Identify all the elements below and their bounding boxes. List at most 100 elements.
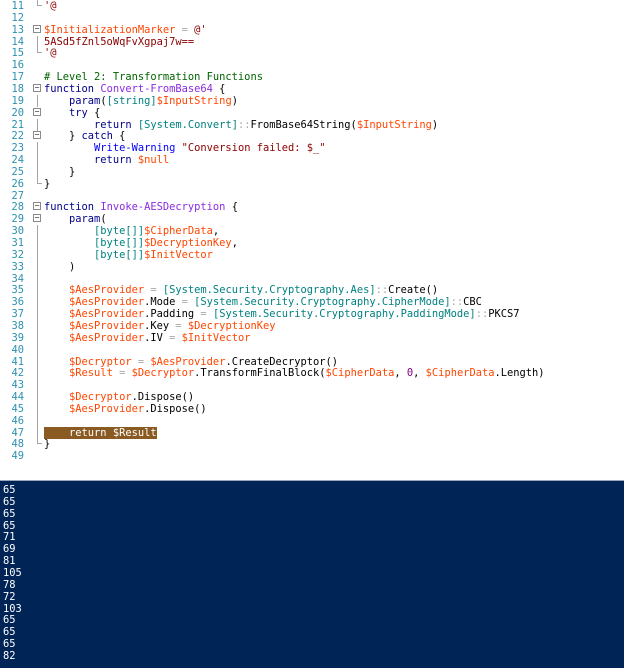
line-number: 40: [11, 343, 24, 356]
line-number: 18: [11, 82, 24, 95]
code-token: .CreateDecryptor(): [225, 355, 339, 368]
console-output-line: 65: [3, 484, 16, 496]
line-number: 48: [11, 438, 24, 451]
fold-collapse-icon[interactable]: −: [33, 83, 41, 92]
line-number: 31: [11, 237, 24, 249]
console-output-pane[interactable]: 65 65 65 65 71 69 81 105 78 72 103 65 65 65 82: [0, 481, 624, 668]
code-token: $CipherData: [144, 225, 213, 238]
code-line[interactable]: 38 $AesProvider.Key = $DecryptionKey: [0, 319, 624, 332]
code-text: 5ASd5fZnl5oWqFvXgpaj7w==: [44, 36, 194, 48]
code-token: .Dispose(): [131, 391, 195, 404]
code-token: .Padding: [144, 308, 201, 321]
code-line[interactable]: 33 ): [0, 260, 624, 273]
code-line[interactable]: 30 [byte[]]$CipherData,: [0, 225, 624, 238]
code-line[interactable]: 11 '@: [0, 0, 624, 12]
code-token: =: [200, 308, 213, 321]
code-line[interactable]: 24 return $null: [0, 154, 624, 167]
code-line[interactable]: 34: [0, 272, 624, 285]
code-token: {: [225, 201, 238, 214]
code-line[interactable]: 41 $Decryptor = $AesProvider.CreateDecry…: [0, 355, 624, 368]
code-line[interactable]: 13− $InitializationMarker = @': [0, 24, 624, 36]
code-text: param([string]$InputString): [44, 95, 238, 107]
code-token: function: [44, 201, 95, 214]
code-token: ,: [212, 225, 220, 238]
code-line[interactable]: 46: [0, 414, 624, 427]
script-editor-pane[interactable]: 11 '@ 12 13− $InitializationMarker = @' 14 5AS…: [0, 0, 624, 480]
code-line[interactable]: 29− param(: [0, 213, 624, 225]
fold-guide-line: [37, 414, 38, 427]
code-text: }: [44, 438, 50, 450]
fold-guide-line: [37, 426, 38, 439]
line-number: 14: [11, 35, 24, 48]
fold-guide-line: [37, 154, 38, 167]
code-line[interactable]: 32 [byte[]]$InitVector: [0, 248, 624, 261]
fold-end-marker: [37, 5, 42, 6]
fold-collapse-icon[interactable]: −: [33, 202, 41, 211]
code-line[interactable]: 26}: [0, 177, 624, 190]
code-line[interactable]: 14 5ASd5fZnl5oWqFvXgpaj7w==: [0, 35, 624, 48]
code-line[interactable]: 18− function Convert-FromBase64 {: [0, 83, 624, 95]
code-line[interactable]: 45 $AesProvider.Dispose(): [0, 402, 624, 415]
code-token: catch: [81, 130, 113, 143]
code-text: '@: [44, 0, 57, 12]
line-number: 46: [11, 414, 24, 427]
code-line[interactable]: 27: [0, 190, 624, 202]
code-token: PKCS7: [488, 308, 520, 321]
code-text: Write-Warning "Conversion failed: $_": [44, 142, 325, 155]
code-token: FromBase64String(: [250, 118, 357, 131]
fold-collapse-icon[interactable]: −: [33, 214, 41, 223]
code-line[interactable]: 37 $AesProvider.Padding = [System.Securi…: [0, 308, 624, 321]
line-number: 23: [11, 142, 24, 155]
fold-collapse-icon[interactable]: −: [33, 107, 41, 116]
code-line[interactable]: 47 return $Result: [0, 426, 624, 439]
console-output-line: 81: [3, 555, 16, 568]
line-number: 12: [11, 11, 24, 24]
code-line[interactable]: 15 '@: [0, 47, 624, 59]
code-line[interactable]: 40: [0, 343, 624, 356]
code-line[interactable]: 44 $Decryptor.Dispose(): [0, 391, 624, 404]
code-line[interactable]: 20− try {: [0, 107, 624, 119]
code-token: =: [131, 355, 151, 368]
code-line[interactable]: 31 [byte[]]$DecryptionKey,: [0, 237, 624, 249]
code-token: $Decryptor: [131, 367, 195, 380]
fold-collapse-icon[interactable]: −: [33, 131, 41, 140]
line-number: 16: [11, 59, 24, 72]
code-line[interactable]: 22− } catch {: [0, 130, 624, 142]
code-line[interactable]: 23 Write-Warning "Conversion failed: $_": [0, 142, 624, 155]
code-token: $AesProvider: [69, 308, 145, 321]
code-line[interactable]: 21 return [System.Convert]::FromBase64St…: [0, 118, 624, 131]
code-token: =: [169, 331, 182, 344]
code-token: Write-Warning: [94, 142, 176, 155]
code-line[interactable]: 39 $AesProvider.IV = $InitVector: [0, 331, 624, 344]
line-number: 29: [11, 213, 24, 226]
code-text: $AesProvider.Key = $DecryptionKey: [44, 319, 276, 332]
code-token: .Dispose(): [144, 402, 207, 415]
fold-guide-line: [37, 343, 38, 356]
code-token: $DecryptionKey: [187, 319, 276, 332]
code-line[interactable]: 17 # Level 2: Transformation Functions: [0, 71, 624, 83]
line-number: 22: [11, 130, 24, 143]
code-token: =: [112, 367, 132, 380]
code-line[interactable]: 42 $Result = $Decryptor.TransformFinalBl…: [0, 367, 624, 380]
code-text: return $null: [44, 154, 169, 166]
code-line[interactable]: 35 $AesProvider = [System.Security.Crypt…: [0, 284, 624, 297]
code-token: $Decryptor: [69, 355, 132, 368]
code-line[interactable]: 25 }: [0, 165, 624, 178]
code-line[interactable]: 12: [0, 12, 624, 24]
code-line[interactable]: 49: [0, 450, 624, 462]
code-line[interactable]: 48}: [0, 438, 624, 450]
console-output-line: 65: [3, 626, 16, 639]
code-token: [System.Security.Cryptography.Aes]: [162, 284, 376, 297]
fold-collapse-icon[interactable]: −: [33, 24, 41, 33]
code-token: param: [69, 94, 101, 107]
code-line[interactable]: 16: [0, 59, 624, 71]
code-line[interactable]: 43: [0, 379, 624, 392]
console-output-line: 82: [3, 649, 16, 662]
code-line[interactable]: 28− function Invoke-AESDecryption {: [0, 201, 624, 213]
code-token: =: [181, 296, 195, 309]
code-line[interactable]: 19 param([string]$InputString): [0, 94, 624, 107]
code-line[interactable]: 36 $AesProvider.Mode = [System.Security.…: [0, 296, 624, 309]
